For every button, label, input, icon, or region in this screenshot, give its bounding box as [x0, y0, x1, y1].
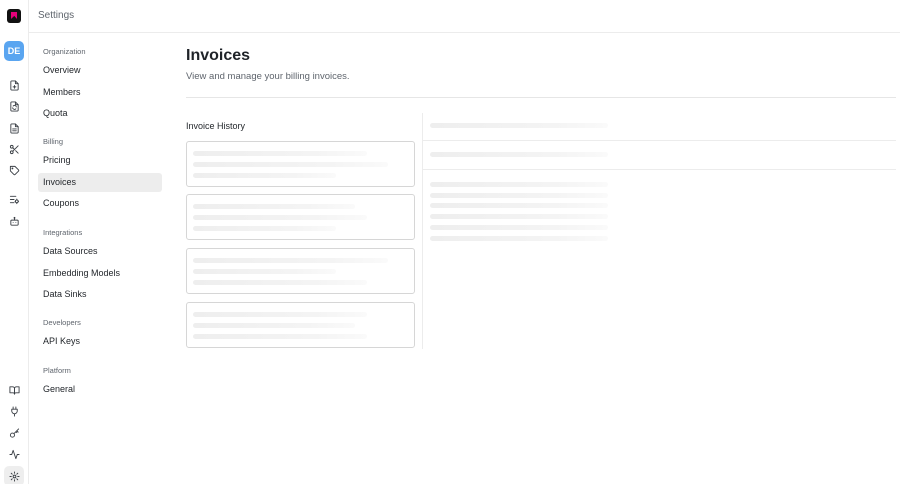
page-title: Invoices	[186, 47, 251, 64]
sidebar-item-pricing[interactable]: Pricing	[38, 151, 162, 170]
skeleton-line	[193, 280, 367, 285]
sidebar-item-data-sources[interactable]: Data Sources	[38, 242, 162, 261]
header-divider	[186, 97, 896, 98]
skeleton-line	[193, 151, 367, 156]
skeleton-line	[430, 236, 608, 241]
skeleton-line	[430, 214, 608, 219]
nav-section-billing: Billing	[43, 137, 64, 146]
invoice-card-skeleton[interactable]	[186, 248, 415, 294]
gear-icon[interactable]	[4, 466, 24, 484]
book-icon[interactable]	[7, 383, 21, 397]
topbar-title: Settings	[38, 10, 75, 21]
robot-icon[interactable]	[7, 214, 21, 228]
skeleton-line	[430, 123, 608, 128]
key-icon[interactable]	[7, 426, 21, 440]
skeleton-line	[193, 258, 388, 263]
activity-icon[interactable]	[7, 447, 21, 461]
app-logo[interactable]	[7, 9, 21, 23]
page-subtitle: View and manage your billing invoices.	[186, 71, 350, 82]
skeleton-line	[193, 323, 355, 328]
sidebar-item-coupons[interactable]: Coupons	[38, 194, 162, 213]
skeleton-line	[193, 215, 367, 220]
sidebar-item-general[interactable]: General	[38, 380, 162, 399]
invoice-card-skeleton[interactable]	[186, 194, 415, 240]
document-plus-icon[interactable]	[7, 78, 21, 92]
document-refresh-icon[interactable]	[7, 99, 21, 113]
row-divider	[423, 140, 896, 141]
sidebar-item-overview[interactable]: Overview	[38, 61, 162, 80]
invoice-card-skeleton[interactable]	[186, 141, 415, 187]
skeleton-line	[193, 269, 336, 274]
skeleton-line	[193, 204, 355, 209]
top-bar: Settings	[29, 0, 900, 33]
nav-section-platform: Platform	[43, 366, 71, 375]
nav-section-developers: Developers	[43, 318, 81, 327]
skeleton-line	[193, 162, 388, 167]
sidebar-item-api-keys[interactable]: API Keys	[38, 332, 162, 351]
sidebar-item-invoices[interactable]: Invoices	[38, 172, 162, 192]
icon-rail: DE	[0, 0, 29, 484]
sidebar-item-quota[interactable]: Quota	[38, 104, 162, 123]
nav-section-integrations: Integrations	[43, 228, 83, 237]
skeleton-line	[430, 203, 608, 208]
sidebar-item-members[interactable]: Members	[38, 83, 162, 102]
plug-icon[interactable]	[7, 404, 21, 418]
skeleton-line	[430, 182, 608, 187]
skeleton-line	[430, 193, 608, 198]
skeleton-line	[193, 226, 336, 231]
invoice-history-title: Invoice History	[186, 121, 246, 131]
list-settings-icon[interactable]	[7, 192, 21, 206]
document-text-icon[interactable]	[7, 121, 21, 135]
sidebar-item-embedding-models[interactable]: Embedding Models	[38, 264, 162, 283]
tag-icon[interactable]	[7, 163, 21, 177]
skeleton-line	[430, 152, 608, 157]
skeleton-line	[430, 225, 608, 230]
skeleton-line	[193, 334, 367, 339]
nav-section-organization: Organization	[43, 47, 86, 56]
invoice-card-skeleton[interactable]	[186, 302, 415, 348]
row-divider	[423, 169, 896, 170]
sidebar-item-data-sinks[interactable]: Data Sinks	[38, 285, 162, 304]
org-avatar[interactable]: DE	[4, 41, 24, 61]
scissors-icon[interactable]	[7, 142, 21, 156]
skeleton-line	[193, 312, 367, 317]
panel-separator	[422, 113, 423, 349]
skeleton-line	[193, 173, 336, 178]
